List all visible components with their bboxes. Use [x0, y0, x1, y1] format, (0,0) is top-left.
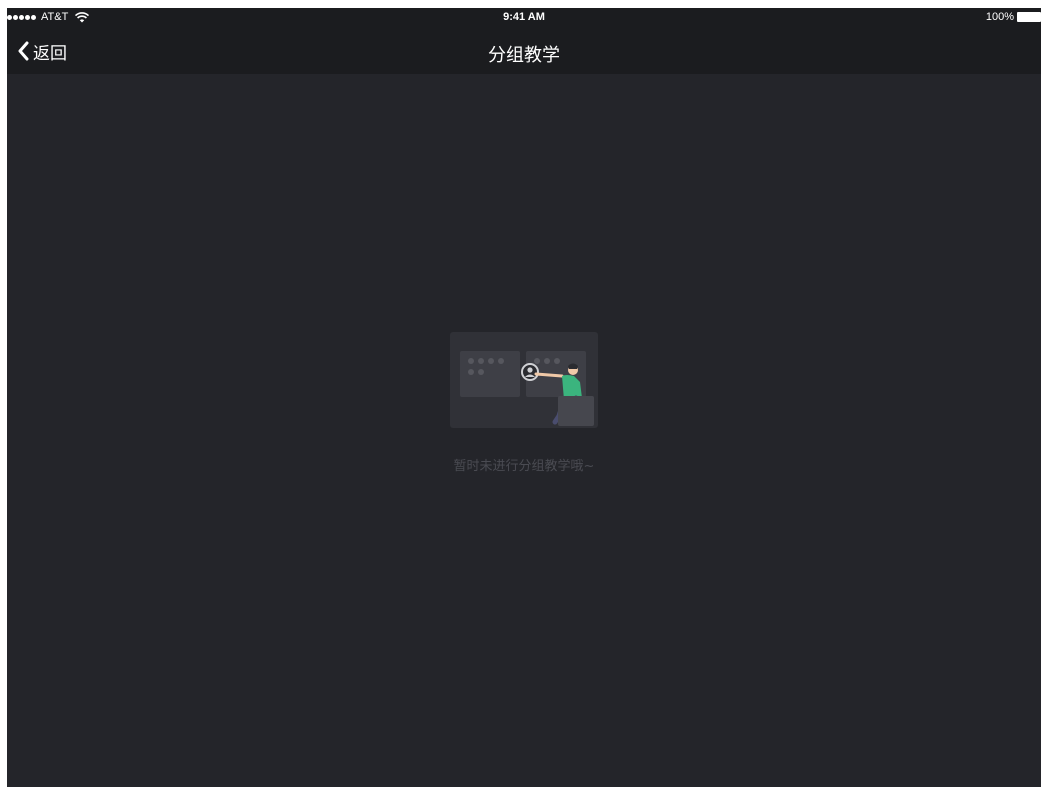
empty-state: 暂时未进行分组教学哦~: [7, 330, 1041, 480]
status-time: 9:41 AM: [503, 11, 545, 23]
page-title: 分组教学: [488, 45, 560, 66]
back-button[interactable]: 返回: [17, 38, 67, 64]
navigation-bar: 返回 分组教学: [7, 28, 1041, 74]
empty-message: 暂时未进行分组教学哦~: [453, 459, 595, 474]
back-label: 返回: [33, 43, 67, 64]
battery-percent: 100%: [985, 11, 1014, 23]
status-bar: AT&T 9:41 AM 100%: [7, 8, 1041, 28]
device-screen: AT&T 9:41 AM 100% 返回 分组教学 暂时未进行分组教学哦~: [7, 8, 1041, 787]
status-right: 100%: [986, 11, 1041, 23]
teacher-at-board-illustration: [450, 332, 598, 428]
battery-icon: [1017, 12, 1041, 22]
chevron-left-icon: [18, 41, 29, 61]
